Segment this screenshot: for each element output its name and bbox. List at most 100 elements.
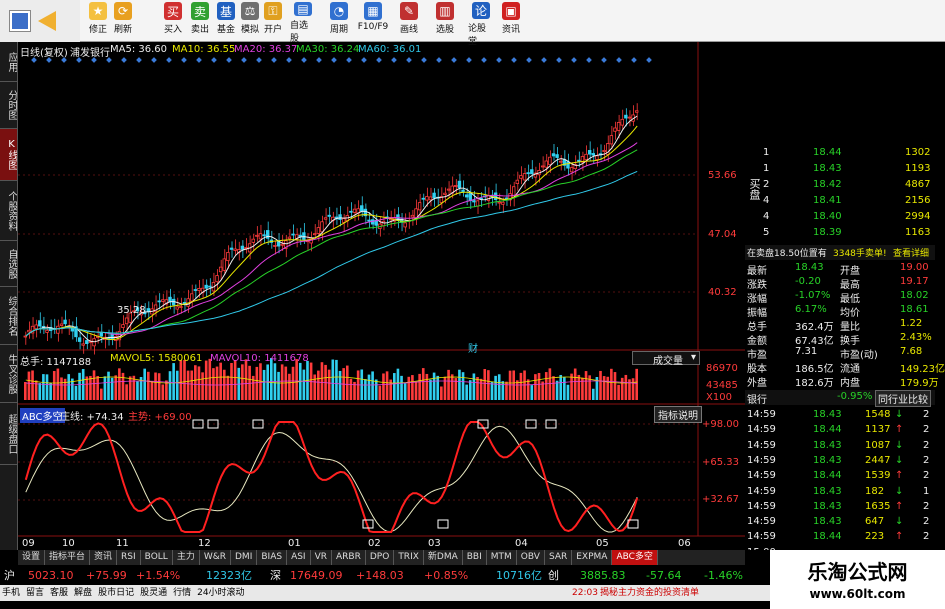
side-tab-0[interactable]: 应用 (0, 42, 17, 82)
status-item-1[interactable]: 留言 (26, 585, 44, 601)
status-item-3[interactable]: 解盘 (74, 585, 92, 601)
grid-icon[interactable] (10, 11, 30, 31)
volume-bar-5 (42, 374, 45, 400)
news-headline[interactable]: 揭秘主力资金的投资清单 (600, 585, 699, 601)
toolbar-button-12[interactable]: 论论股堂 (468, 2, 494, 47)
indicator-tab-20[interactable]: ABC多空 (612, 550, 658, 565)
bid-level: 5 (763, 227, 770, 238)
indicator-tab-13[interactable]: TRIX (394, 550, 424, 565)
bid-row-4[interactable]: 4 18.40 2994 (745, 210, 935, 225)
indicator-tab-10[interactable]: VR (311, 550, 333, 565)
volume-bar-60 (241, 364, 244, 400)
indicator-tab-0[interactable]: 设置 (18, 550, 46, 565)
bid-row-1[interactable]: 1 18.43 1193 (745, 162, 935, 177)
indicator-tab-2[interactable]: 资讯 (90, 550, 118, 565)
sell-alert-detail-link[interactable]: 查看详细 (893, 246, 929, 259)
toolbar-button-2[interactable]: 买买入 (160, 2, 186, 40)
tick-direction-icon: ↓ (895, 454, 904, 466)
ma-legend-0: MA5: 36.60 (110, 44, 168, 55)
toolbar-button-0[interactable]: ★ 修正 (85, 2, 111, 40)
toolbar-button-1[interactable]: ⟳ 刷新 (110, 2, 136, 40)
tick-time: 14:59 (747, 500, 776, 512)
volume-bar-97 (374, 379, 378, 400)
volume-bar-46 (190, 370, 194, 400)
indicator-tab-11[interactable]: ARBR (332, 550, 366, 565)
bid-row-3[interactable]: 4 18.41 2156 (745, 194, 935, 209)
status-item-5[interactable]: 股灵通 (140, 585, 167, 601)
toolbar-button-4[interactable]: 基基金 (213, 2, 239, 40)
indicator-tab-16[interactable]: MTM (487, 550, 517, 565)
bid-row-2[interactable]: 2 18.42 4867 (745, 178, 935, 193)
bid-row-5[interactable]: 5 18.39 1163 (745, 226, 935, 241)
indicator-tab-8[interactable]: BIAS (257, 550, 288, 565)
quote-panel: 买盘 1 18.44 1302 1 18.43 1193 2 18.42 4867 4 18.41 2… (745, 140, 945, 558)
toolbar-button-13[interactable]: ▣ 资讯 (498, 2, 524, 40)
toolbar-button-9[interactable]: ▦ F10/F9 (358, 2, 388, 40)
sector-compare-button[interactable]: 同行业比较 (875, 390, 931, 407)
status-item-0[interactable]: 手机 (2, 585, 20, 601)
toolbar: ★ 修正 ⟳ 刷新买买入卖卖出基基金 ⚖ 模拟 ⚿ 开户 ▤ 自选股 ◔ 周期 ▦ F10/F9 ✎ 画线 ▥ 选… (0, 0, 945, 47)
vol-indicator-select[interactable]: 成交量 ▾ (632, 351, 700, 367)
status-item-4[interactable]: 股市日记 (98, 585, 134, 601)
sell-alert-row[interactable]: 在卖盘18.50位置有 3348手 卖单! 查看详细 (745, 245, 935, 260)
status-item-7[interactable]: 24小时滚动 (197, 585, 244, 601)
candle-80 (313, 224, 317, 240)
indicator-tab-3[interactable]: RSI (117, 550, 141, 565)
volume-bar-130 (494, 375, 497, 400)
volume-bar-125 (476, 376, 479, 400)
refresh-icon: ⟳ (114, 2, 132, 20)
quote-row-4: 总手 362.4万 量比 1.22 (745, 317, 935, 333)
indicator-name[interactable]: ABC多空 (20, 408, 65, 423)
toolbar-button-6[interactable]: ⚿ 开户 (260, 2, 286, 40)
indicator-tab-9[interactable]: ASI (287, 550, 311, 565)
indicator-tab-14[interactable]: 新DMA (424, 550, 463, 565)
toolbar-button-8[interactable]: ◔ 周期 (326, 2, 352, 40)
volume-bar-120 (458, 369, 461, 400)
side-tab-3[interactable]: 个股资料 (0, 181, 17, 241)
status-item-2[interactable]: 客服 (50, 585, 68, 601)
tick-count: 2 (923, 531, 930, 543)
indicator-tab-6[interactable]: W&R (200, 550, 231, 565)
candle-58 (233, 239, 237, 256)
volume-bar-24 (110, 377, 114, 400)
indicator-tab-4[interactable]: BOLL (141, 550, 173, 565)
period-icon: ◔ (330, 2, 348, 20)
side-tab-4[interactable]: 自选股 (0, 241, 17, 287)
back-arrow-icon[interactable] (38, 11, 56, 31)
side-tab-7[interactable]: 超级盘口 (0, 403, 17, 465)
indicator-tab-5[interactable]: 主力 (173, 550, 200, 565)
status-item-6[interactable]: 行情 (173, 585, 191, 601)
signal-diamond-11 (196, 57, 202, 63)
volume-bar-57 (230, 362, 233, 400)
indicator-tab-15[interactable]: BBI (463, 550, 487, 565)
side-tab-6[interactable]: 牛叉诊股 (0, 345, 17, 403)
toolbar-button-10[interactable]: ✎ 画线 (396, 2, 422, 40)
volume-bar-105 (403, 383, 407, 400)
indicator-tab-12[interactable]: DPO (366, 550, 395, 565)
indicator-help-button[interactable]: 指标说明 (654, 406, 702, 423)
bid-row-0[interactable]: 1 18.44 1302 (745, 146, 935, 161)
indicator-line1: 庄线: +74.34 (60, 412, 124, 423)
sz-amount: 10716亿 (496, 569, 542, 582)
volume-bar-168 (631, 378, 635, 400)
toolbar-button-3[interactable]: 卖卖出 (187, 2, 213, 40)
side-tab-1[interactable]: 分时图 (0, 82, 17, 129)
quote-row-7: 股本 186.5亿 流通 149.23亿 (745, 359, 945, 375)
tick-volume: 2447 (865, 454, 891, 466)
side-tab-5[interactable]: 综合排名 (0, 287, 17, 345)
indicator-tab-19[interactable]: EXPMA (572, 550, 613, 565)
side-tab-2[interactable]: K线图 (0, 129, 17, 181)
indicator-tab-18[interactable]: SAR (545, 550, 573, 565)
indicator-tab-1[interactable]: 指标平台 (45, 550, 91, 565)
volume-bar-71 (280, 364, 284, 400)
sell-alert-qty: 3348手 (833, 249, 865, 259)
indicator-tab-7[interactable]: DMI (231, 550, 258, 565)
indicator-tab-17[interactable]: OBV (517, 550, 545, 565)
toolbar-button-7[interactable]: ▤ 自选股 (290, 2, 316, 44)
kline-chart[interactable]: 日线(复权) 浦发银行 MA5: 36.60 MA10: 36.55 MA20: 3… (18, 42, 745, 550)
toolbar-button-11[interactable]: ▥ 选股 (432, 2, 458, 40)
finance-marker[interactable]: 财 (468, 340, 478, 355)
signal-diamond-6 (121, 57, 127, 63)
volume-bar-50 (204, 360, 208, 400)
indicator-tabs: 设置 指标平台 资讯 RSI BOLL 主力 W&R DMI BIAS ASI VR ARBR DPO T… (18, 550, 745, 565)
